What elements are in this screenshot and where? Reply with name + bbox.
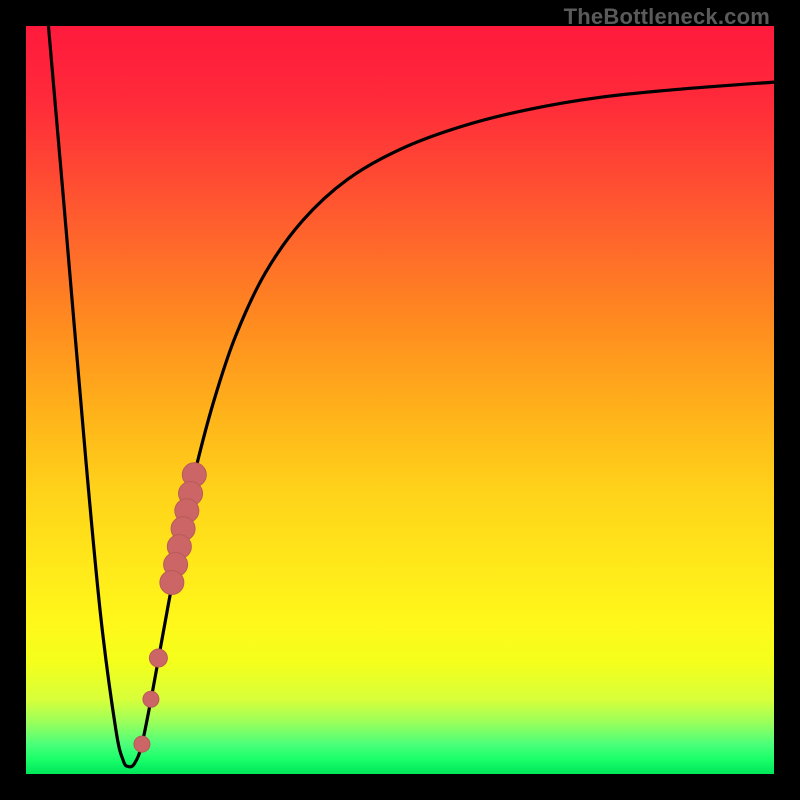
markers-group xyxy=(134,463,206,752)
marker-near-min xyxy=(134,736,150,752)
plot-area xyxy=(26,26,774,774)
marker-gap-upper xyxy=(149,649,167,667)
marker-cluster-bottom xyxy=(160,571,184,595)
watermark-text: TheBottleneck.com xyxy=(564,4,770,30)
curve-layer xyxy=(26,26,774,774)
marker-gap-lower xyxy=(143,691,159,707)
chart-frame: TheBottleneck.com xyxy=(0,0,800,800)
